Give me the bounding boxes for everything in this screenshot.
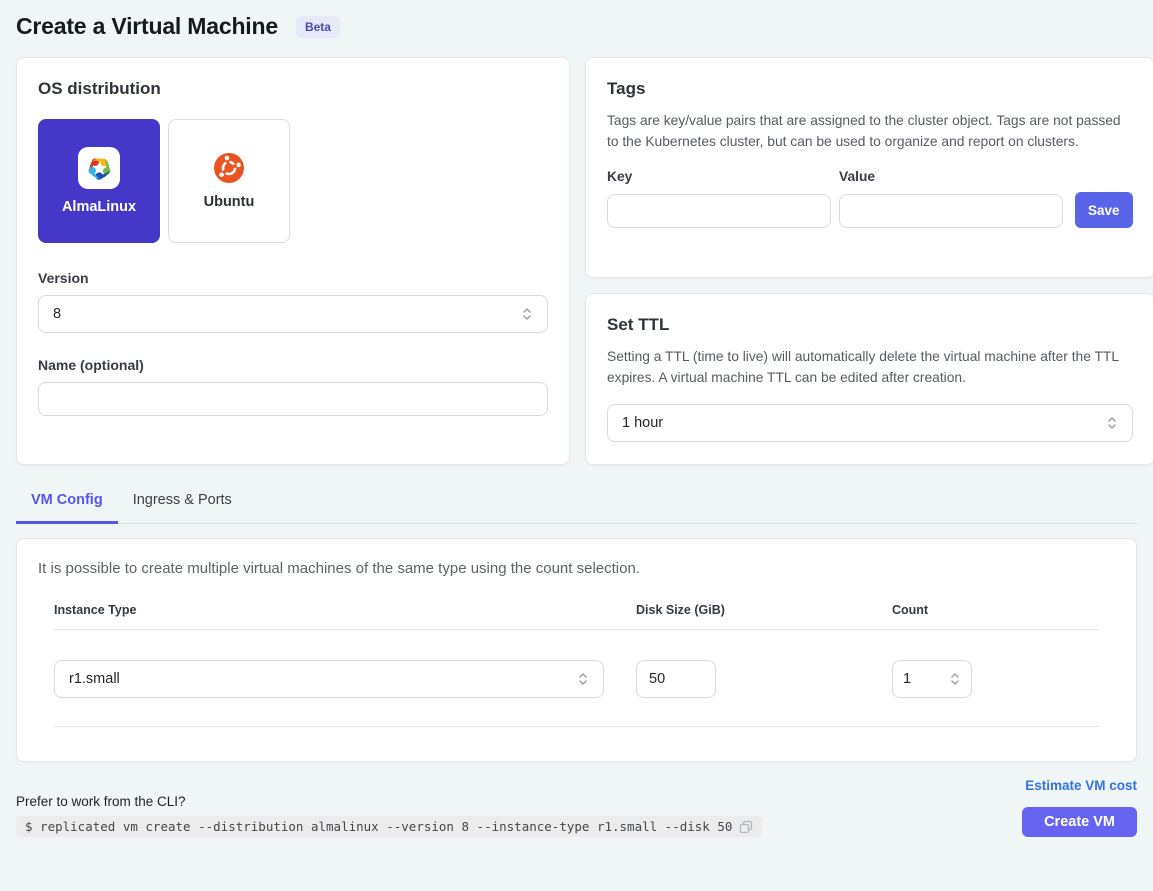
count-value: 1 <box>903 671 949 687</box>
os-tile-label-almalinux: AlmaLinux <box>62 199 136 215</box>
tag-form: Key Value Save <box>607 168 1133 228</box>
tag-value-group: Value <box>839 168 1063 228</box>
tag-key-label: Key <box>607 169 632 184</box>
table-header-divider <box>54 629 1099 630</box>
tags-heading: Tags <box>607 79 1133 99</box>
os-distribution-card: OS distribution <box>16 57 570 465</box>
os-card-heading: OS distribution <box>38 79 548 99</box>
version-label: Version <box>38 270 548 286</box>
chevron-updown-icon <box>1106 414 1118 432</box>
count-cell: 1 <box>892 660 1099 698</box>
vm-table-header: Instance Type Disk Size (GiB) Count <box>54 603 1099 617</box>
vm-name-input[interactable] <box>38 382 548 416</box>
cli-command-bar: $ replicated vm create --distribution al… <box>16 816 762 837</box>
top-cards-row: OS distribution <box>16 57 1137 465</box>
page-header: Create a Virtual Machine Beta <box>16 13 1137 40</box>
tab-bar: VM Config Ingress & Ports <box>16 482 1137 524</box>
create-vm-page: Create a Virtual Machine Beta OS distrib… <box>0 0 1153 837</box>
tag-value-label: Value <box>839 169 875 184</box>
page-title: Create a Virtual Machine <box>16 13 278 40</box>
tag-value-input[interactable] <box>839 194 1063 228</box>
os-tiles: AlmaLinux <box>38 119 548 243</box>
disk-size-cell <box>636 660 892 698</box>
ttl-select-value: 1 hour <box>622 415 1106 431</box>
vm-name-label: Name (optional) <box>38 357 548 373</box>
tags-description: Tags are key/value pairs that are assign… <box>607 111 1133 152</box>
vm-table: Instance Type Disk Size (GiB) Count r1.s… <box>38 603 1115 727</box>
tags-card: Tags Tags are key/value pairs that are a… <box>585 57 1153 278</box>
chevron-updown-icon <box>521 305 533 323</box>
tag-key-input[interactable] <box>607 194 831 228</box>
set-ttl-card: Set TTL Setting a TTL (time to live) wil… <box>585 293 1153 465</box>
os-tile-label-ubuntu: Ubuntu <box>204 194 255 210</box>
tab-vm-config[interactable]: VM Config <box>16 482 118 524</box>
create-vm-button[interactable]: Create VM <box>1022 807 1137 837</box>
tag-key-group: Key <box>607 168 831 228</box>
estimate-vm-cost-link[interactable]: Estimate VM cost <box>1025 778 1137 793</box>
count-stepper[interactable]: 1 <box>892 660 972 698</box>
table-row-divider <box>54 726 1099 727</box>
disk-size-input[interactable] <box>636 660 716 698</box>
table-row: r1.small 1 <box>54 660 1099 698</box>
vm-config-card: It is possible to create multiple virtua… <box>16 538 1137 762</box>
instance-type-cell: r1.small <box>54 660 636 698</box>
beta-badge: Beta <box>296 16 340 38</box>
stepper-updown-icon[interactable] <box>949 670 961 688</box>
col-header-instance-type: Instance Type <box>54 603 636 617</box>
chevron-updown-icon <box>577 670 589 688</box>
save-tag-button[interactable]: Save <box>1075 192 1133 228</box>
ubuntu-icon <box>213 152 245 184</box>
page-footer: Prefer to work from the CLI? $ replicate… <box>16 778 1137 837</box>
version-select-value: 8 <box>53 306 521 322</box>
vm-config-intro: It is possible to create multiple virtua… <box>38 560 1115 577</box>
col-header-disk-size: Disk Size (GiB) <box>636 603 892 617</box>
cli-block: Prefer to work from the CLI? $ replicate… <box>16 794 1022 837</box>
copy-icon[interactable] <box>739 820 753 834</box>
os-tile-ubuntu[interactable]: Ubuntu <box>168 119 290 243</box>
version-select[interactable]: 8 <box>38 295 548 333</box>
footer-actions: Estimate VM cost Create VM <box>1022 778 1137 837</box>
ttl-select[interactable]: 1 hour <box>607 404 1133 442</box>
cli-command-text: $ replicated vm create --distribution al… <box>25 819 732 834</box>
ttl-description: Setting a TTL (time to live) will automa… <box>607 347 1133 388</box>
os-tile-almalinux[interactable]: AlmaLinux <box>38 119 160 243</box>
instance-type-select[interactable]: r1.small <box>54 660 604 698</box>
ttl-heading: Set TTL <box>607 315 1133 335</box>
cli-prompt-text: Prefer to work from the CLI? <box>16 794 1022 809</box>
almalinux-icon <box>78 147 120 189</box>
tab-ingress-ports[interactable]: Ingress & Ports <box>118 482 247 524</box>
instance-type-value: r1.small <box>69 671 577 687</box>
right-column: Tags Tags are key/value pairs that are a… <box>585 57 1153 465</box>
col-header-count: Count <box>892 603 1099 617</box>
